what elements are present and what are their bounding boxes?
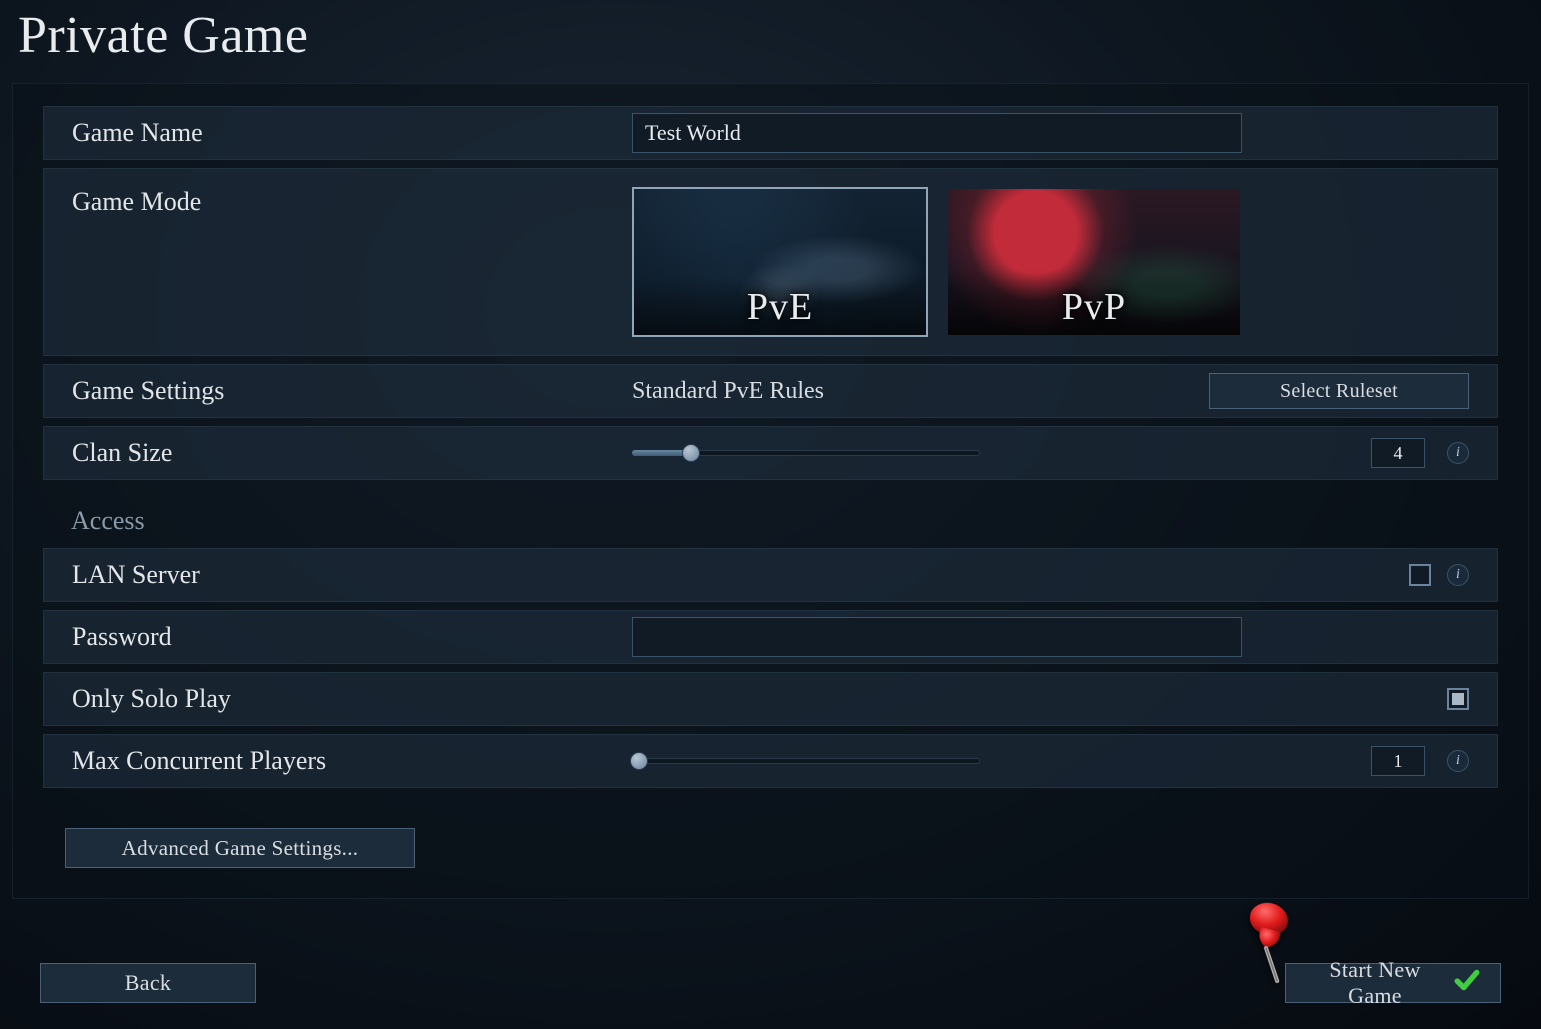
info-icon[interactable]: i xyxy=(1447,442,1469,464)
mode-caption-pve: PvE xyxy=(634,285,926,329)
row-only-solo: Only Solo Play xyxy=(43,672,1498,726)
label-game-name: Game Name xyxy=(72,118,632,148)
row-max-players: Max Concurrent Players i xyxy=(43,734,1498,788)
page-title: Private Game xyxy=(0,0,1541,83)
slider-track xyxy=(632,758,980,764)
row-game-settings: Game Settings Standard PvE Rules Select … xyxy=(43,364,1498,418)
start-button-label: Start New Game xyxy=(1306,957,1444,1009)
slider-thumb[interactable] xyxy=(630,752,648,770)
row-clan-size: Clan Size i xyxy=(43,426,1498,480)
bottom-bar: Back Start New Game xyxy=(0,963,1541,1029)
row-game-mode: Game Mode PvE PvP xyxy=(43,168,1498,356)
clan-size-value[interactable] xyxy=(1371,438,1425,468)
info-icon[interactable]: i xyxy=(1447,564,1469,586)
start-new-game-button[interactable]: Start New Game xyxy=(1285,963,1501,1003)
info-icon[interactable]: i xyxy=(1447,750,1469,772)
advanced-settings-button[interactable]: Advanced Game Settings... xyxy=(65,828,415,868)
only-solo-checkbox[interactable] xyxy=(1447,688,1469,710)
lan-checkbox[interactable] xyxy=(1409,564,1431,586)
max-players-value[interactable] xyxy=(1371,746,1425,776)
password-input[interactable] xyxy=(632,617,1242,657)
slider-thumb[interactable] xyxy=(682,444,700,462)
row-game-name: Game Name xyxy=(43,106,1498,160)
checkmark-icon xyxy=(1454,967,1480,999)
label-password: Password xyxy=(72,622,632,652)
back-button[interactable]: Back xyxy=(40,963,256,1003)
mode-card-pvp[interactable]: PvP xyxy=(946,187,1242,337)
label-lan-server: LAN Server xyxy=(72,560,632,590)
mode-caption-pvp: PvP xyxy=(948,285,1240,329)
game-name-input[interactable] xyxy=(632,113,1242,153)
label-clan-size: Clan Size xyxy=(72,438,632,468)
select-ruleset-button[interactable]: Select Ruleset xyxy=(1209,373,1469,409)
label-game-mode: Game Mode xyxy=(72,187,632,217)
settings-panel: Game Name Game Mode PvE PvP Game Setting… xyxy=(12,83,1529,899)
label-only-solo: Only Solo Play xyxy=(72,684,632,714)
row-password: Password xyxy=(43,610,1498,664)
max-players-slider[interactable] xyxy=(632,758,980,764)
ruleset-name: Standard PvE Rules xyxy=(632,378,1193,405)
label-max-players: Max Concurrent Players xyxy=(72,746,632,776)
mode-card-pve[interactable]: PvE xyxy=(632,187,928,337)
access-heading: Access xyxy=(43,498,1498,540)
clan-size-slider[interactable] xyxy=(632,450,980,456)
row-lan-server: LAN Server i xyxy=(43,548,1498,602)
label-game-settings: Game Settings xyxy=(72,376,632,406)
